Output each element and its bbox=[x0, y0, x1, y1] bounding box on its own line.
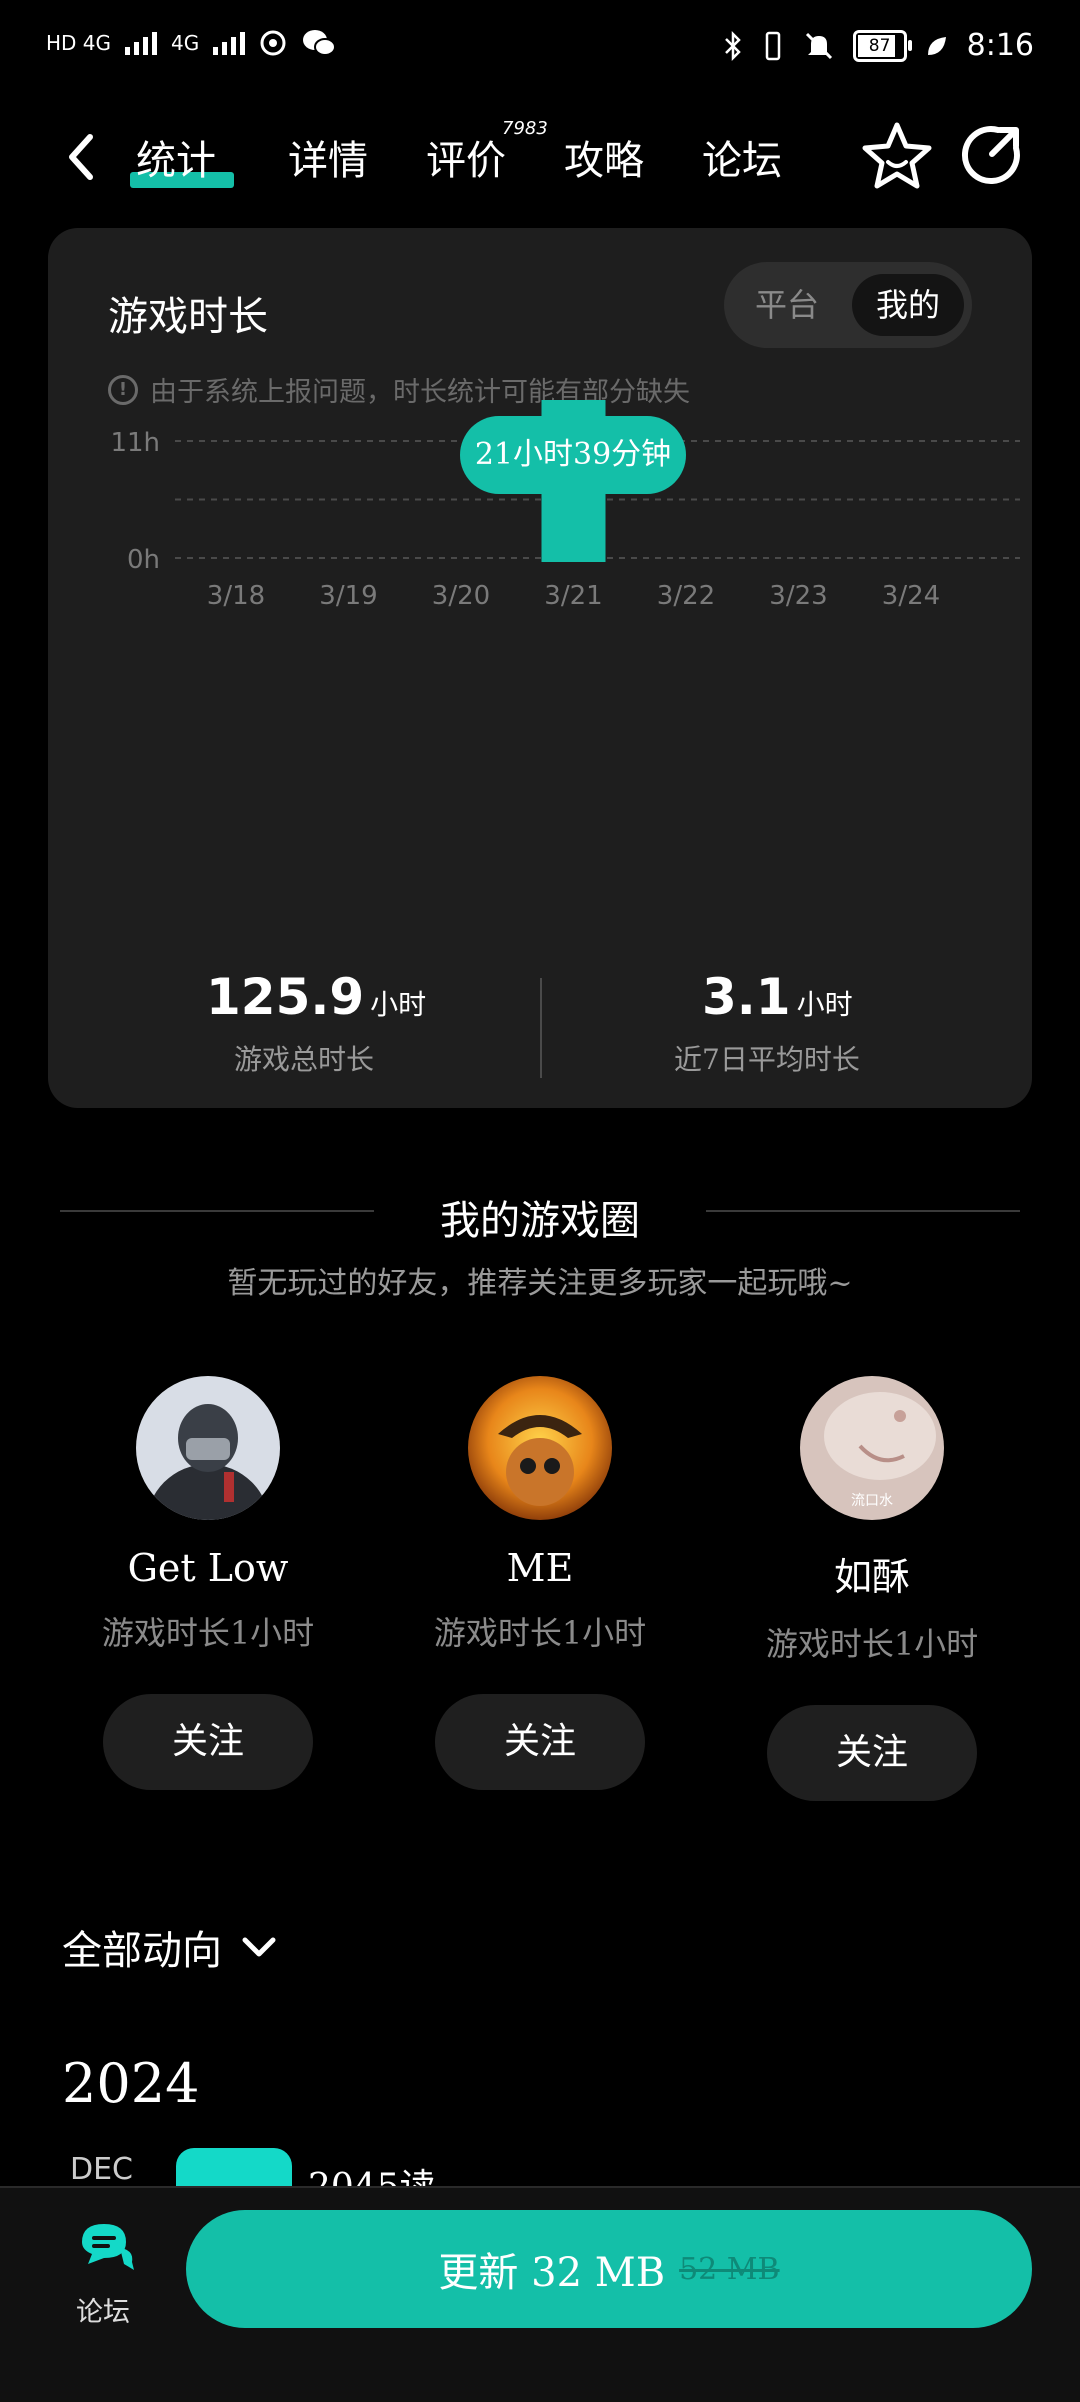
avg-playtime-value: 3.1 小时 bbox=[702, 968, 853, 1026]
stats-divider bbox=[540, 978, 542, 1078]
card-title: 游戏时长 bbox=[108, 294, 268, 340]
activity-filter-label: 全部动向 bbox=[62, 1928, 222, 1974]
friend-card: ME 游戏时长1小时 关注 bbox=[390, 1376, 690, 1790]
favorite-star-icon[interactable] bbox=[858, 118, 936, 196]
x-tick-label: 3/19 bbox=[319, 581, 377, 611]
x-tick-label: 3/22 bbox=[657, 581, 715, 611]
back-icon[interactable] bbox=[60, 127, 104, 187]
game-circle-title: 我的游戏圈 bbox=[440, 1198, 640, 1244]
status-right: 87 8:16 bbox=[723, 28, 1034, 63]
follow-button[interactable]: 关注 bbox=[767, 1705, 977, 1801]
leaf-icon bbox=[927, 36, 946, 55]
forum-label[interactable]: 论坛 bbox=[76, 2290, 130, 2329]
share-icon[interactable] bbox=[958, 122, 1024, 188]
total-playtime-label: 游戏总时长 bbox=[234, 1043, 375, 1076]
tab-guides[interactable]: 攻略 bbox=[564, 128, 644, 186]
mute-icon bbox=[805, 32, 832, 59]
y-tick-label: 11h bbox=[110, 428, 160, 458]
friend-name: 如酥 bbox=[833, 1555, 910, 1599]
friend-playtime: 游戏时长1小时 bbox=[101, 1614, 315, 1652]
forum-icon[interactable] bbox=[74, 2218, 138, 2274]
review-count-badge: 7983 bbox=[502, 118, 548, 139]
chevron-down-icon bbox=[242, 1937, 276, 1957]
x-tick-label: 3/21 bbox=[544, 581, 602, 611]
app-icon bbox=[260, 30, 286, 56]
segment-platform[interactable]: 平台 bbox=[732, 274, 842, 336]
network-indicator: HD 4G bbox=[46, 31, 112, 55]
signal-icon-2 bbox=[213, 31, 246, 55]
tab-details[interactable]: 详情 bbox=[288, 128, 368, 186]
game-circle-subtitle: 暂无玩过的好友，推荐关注更多玩家一起玩哦~ bbox=[227, 1266, 853, 1301]
avatar[interactable]: 流口水 bbox=[800, 1376, 944, 1520]
avatar[interactable] bbox=[136, 1376, 280, 1520]
friend-name: Get Low bbox=[127, 1546, 289, 1590]
network-indicator-2: 4G bbox=[171, 31, 200, 55]
activity-thumbnail[interactable] bbox=[176, 2148, 292, 2188]
x-tick-label: 3/23 bbox=[769, 581, 827, 611]
y-tick-label: 0h bbox=[127, 545, 160, 575]
signal-icon bbox=[125, 31, 158, 55]
old-size: 52 MB bbox=[679, 2251, 780, 2287]
status-left: HD 4G 4G bbox=[46, 28, 337, 58]
timeline-month: DEC bbox=[70, 2152, 134, 2187]
wechat-icon bbox=[303, 30, 337, 56]
friend-playtime: 游戏时长1小时 bbox=[433, 1614, 647, 1652]
x-tick-label: 3/18 bbox=[207, 581, 265, 611]
bluetooth-icon bbox=[724, 30, 741, 61]
bar-tooltip: 21小时39分钟 bbox=[460, 416, 686, 494]
follow-button[interactable]: 关注 bbox=[103, 1694, 313, 1790]
friend-card: Get Low 游戏时长1小时 关注 bbox=[58, 1376, 358, 1790]
segment-mine[interactable]: 我的 bbox=[852, 274, 964, 336]
tab-reviews[interactable]: 评价 bbox=[426, 128, 506, 186]
x-tick-label: 3/24 bbox=[882, 581, 940, 611]
update-button[interactable]: 更新 32 MB 52 MB bbox=[186, 2210, 1032, 2328]
activity-filter-dropdown[interactable]: 全部动向 bbox=[62, 1918, 276, 1976]
friend-name: ME bbox=[506, 1546, 574, 1590]
clock: 8:16 bbox=[966, 28, 1034, 63]
avatar[interactable] bbox=[468, 1376, 612, 1520]
avg-playtime-label: 近7日平均时长 bbox=[674, 1043, 860, 1076]
x-tick-label: 3/20 bbox=[432, 581, 490, 611]
timeline-year: 2024 bbox=[62, 2052, 200, 2115]
friend-card: 流口水 如酥 游戏时长1小时 关注 bbox=[722, 1376, 1022, 1801]
total-playtime-value: 125.9 小时 bbox=[206, 968, 427, 1026]
avatar-caption: 流口水 bbox=[851, 1493, 893, 1509]
update-label: 更新 32 MB bbox=[438, 2250, 666, 2296]
vibrate-icon bbox=[765, 31, 780, 60]
tab-forum[interactable]: 论坛 bbox=[702, 128, 782, 186]
battery-icon: 87 bbox=[852, 29, 912, 62]
tooltip-arrow bbox=[558, 492, 586, 506]
friend-playtime: 游戏时长1小时 bbox=[765, 1625, 979, 1663]
follow-button[interactable]: 关注 bbox=[435, 1694, 645, 1790]
tab-stats[interactable]: 统计 bbox=[136, 128, 216, 186]
